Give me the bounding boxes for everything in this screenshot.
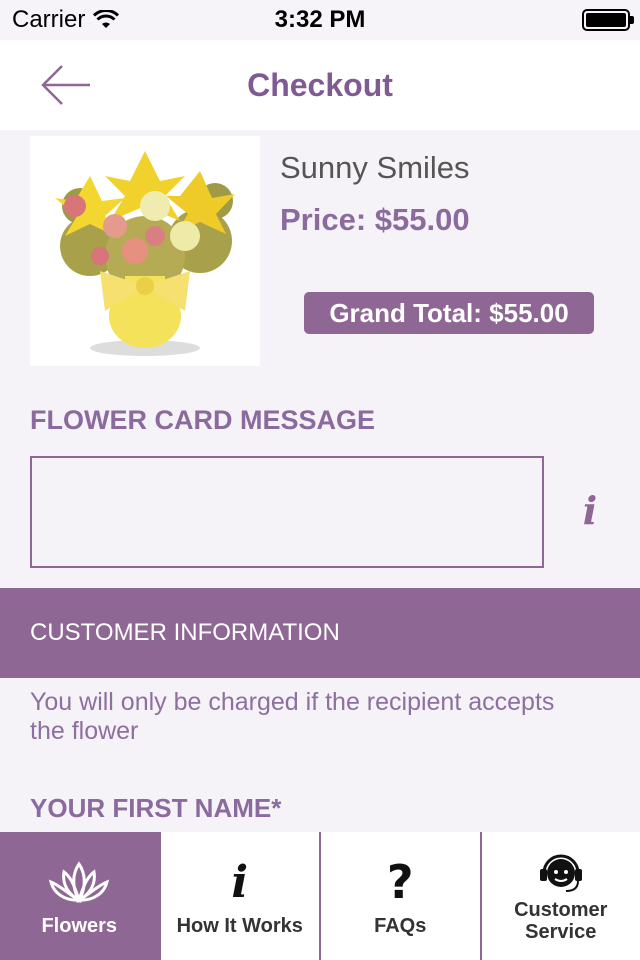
tab-label: FAQs <box>374 915 427 937</box>
wifi-icon <box>93 10 120 28</box>
page-title: Checkout <box>247 66 393 103</box>
lotus-icon <box>49 861 110 904</box>
tab-customer-service[interactable]: Customer Service <box>479 832 640 960</box>
product-name: Sunny Smiles <box>280 150 470 185</box>
headset-icon <box>539 854 582 892</box>
tab-how-it-works[interactable]: i How It Works <box>158 832 319 960</box>
battery-icon <box>582 9 634 31</box>
grand-total-badge: Grand Total: $55.00 <box>304 292 594 334</box>
tab-bar: Flowers i How It Works ? FAQs Customer S… <box>0 832 640 960</box>
flower-bouquet-illustration <box>55 151 235 356</box>
status-left: Carrier <box>12 6 120 34</box>
customer-information-header: CUSTOMER INFORMATION <box>0 588 640 678</box>
nav-bar: Checkout <box>0 40 640 130</box>
carrier-label: Carrier <box>12 6 86 33</box>
tab-label: Customer Service <box>514 899 608 943</box>
question-icon: ? <box>386 855 414 909</box>
info-icon[interactable]: i <box>574 488 606 533</box>
product-image <box>30 136 260 366</box>
status-bar: Carrier 3:32 PM <box>0 0 640 40</box>
tab-label: How It Works <box>176 915 303 937</box>
flower-card-message-label: FLOWER CARD MESSAGE <box>30 405 376 435</box>
back-arrow-icon[interactable] <box>40 64 92 106</box>
tab-flowers[interactable]: Flowers <box>0 832 159 960</box>
tab-faqs[interactable]: ? FAQs <box>319 832 480 960</box>
product-price: Price: $55.00 <box>280 202 470 237</box>
charge-note: You will only be charged if the recipien… <box>30 688 555 745</box>
first-name-label: YOUR FIRST NAME* <box>30 793 282 823</box>
customer-information-title: CUSTOMER INFORMATION <box>30 619 340 646</box>
info-icon: i <box>231 856 249 908</box>
tab-label: Flowers <box>41 915 118 937</box>
flower-card-message-input[interactable] <box>30 456 544 568</box>
